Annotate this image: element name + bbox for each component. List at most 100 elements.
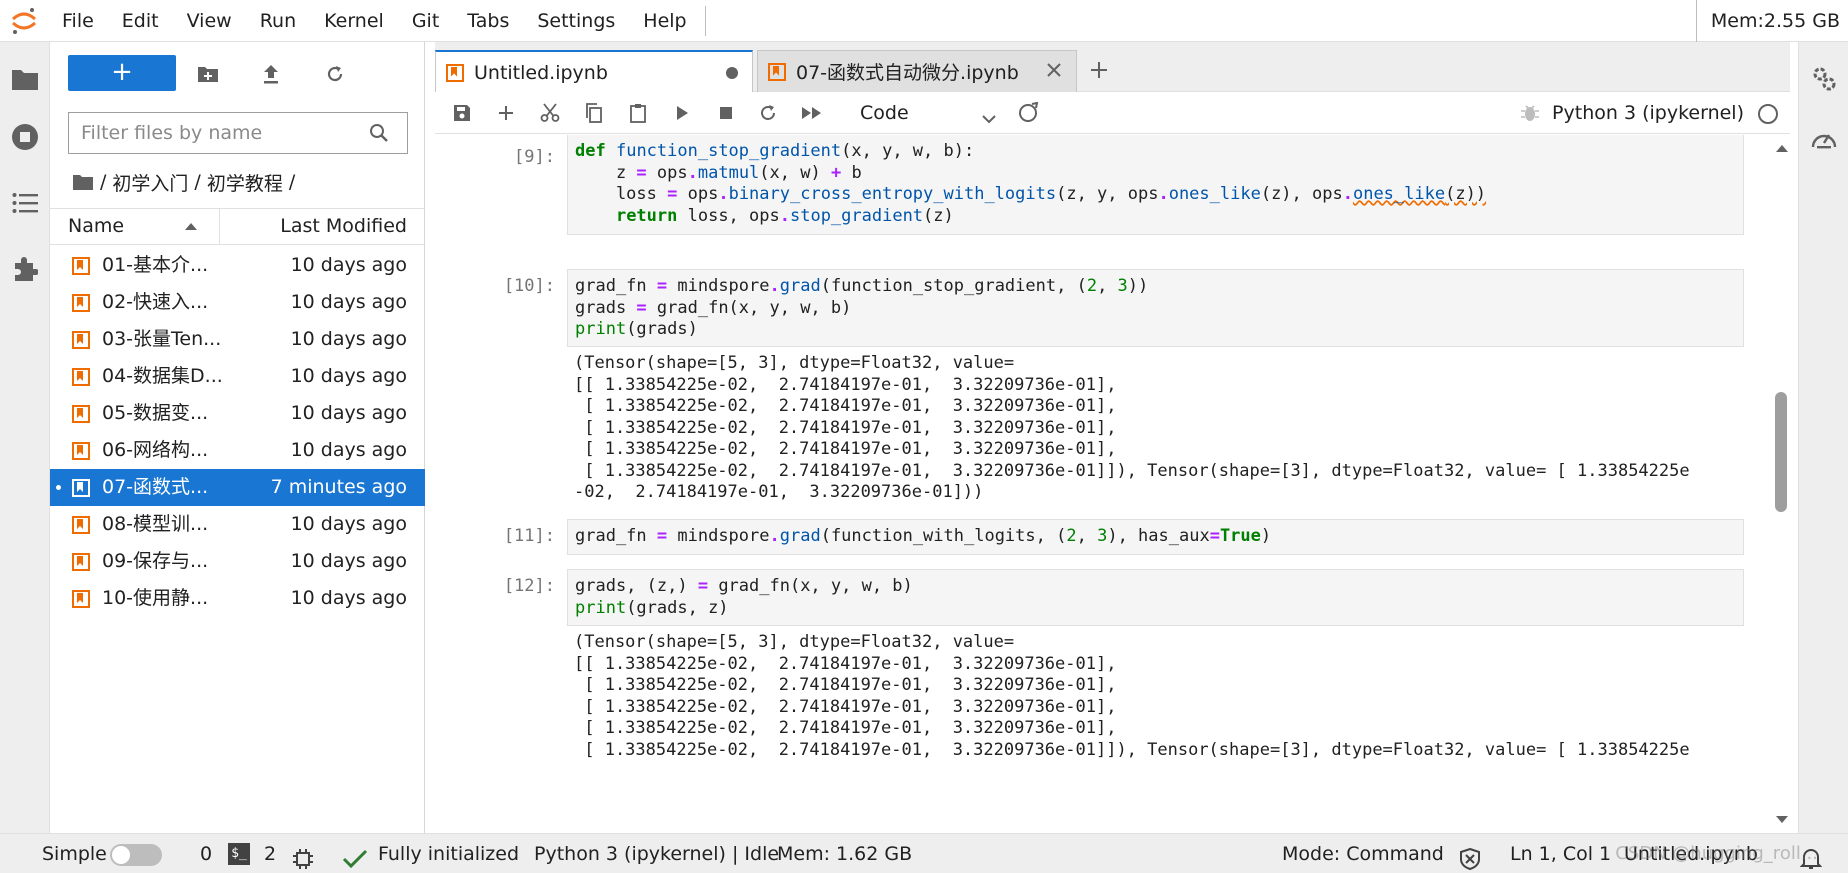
close-icon[interactable] xyxy=(1044,60,1064,80)
cell-type-select[interactable]: Code xyxy=(860,98,1010,128)
paste-icon[interactable] xyxy=(623,98,653,128)
output-line: [ 1.33854225e-02, 2.74184197e-01, 3.3220… xyxy=(574,417,1117,438)
table-of-contents-icon[interactable] xyxy=(0,178,50,228)
insert-cell-icon[interactable] xyxy=(491,98,521,128)
output-line: [ 1.33854225e-02, 2.74184197e-01, 3.3220… xyxy=(574,675,1117,695)
menu-settings[interactable]: Settings xyxy=(523,0,629,42)
home-folder-icon[interactable] xyxy=(72,173,94,191)
tab-untitled[interactable]: Untitled.ipynb xyxy=(435,50,753,93)
list-item[interactable]: 01-基本介... 10 days ago xyxy=(50,247,425,284)
save-icon[interactable] xyxy=(447,98,477,128)
file-modified: 10 days ago xyxy=(290,587,407,609)
kernel-status-text[interactable]: Python 3 (ipykernel) | Idle xyxy=(534,834,779,873)
file-list: 01-基本介... 10 days ago 02-快速入... 10 days ag… xyxy=(50,247,425,617)
file-name: 02-快速入... xyxy=(102,291,209,313)
list-item[interactable]: 06-网络构... 10 days ago xyxy=(50,432,425,469)
menu-file[interactable]: File xyxy=(48,0,108,42)
scroll-up-icon[interactable] xyxy=(1776,145,1788,152)
list-item[interactable]: 09-保存与... 10 days ago xyxy=(50,543,425,580)
list-item[interactable]: 05-数据变... 10 days ago xyxy=(50,395,425,432)
file-modified: 10 days ago xyxy=(290,365,407,387)
file-browser-toolbar: + xyxy=(50,42,425,102)
vertical-scrollbar[interactable] xyxy=(1772,135,1790,833)
menu-edit[interactable]: Edit xyxy=(108,0,173,42)
scroll-down-icon[interactable] xyxy=(1776,816,1788,823)
breadcrumb-item-chuxue-rumen[interactable]: 初学入门 xyxy=(112,169,188,196)
new-launcher-button[interactable]: + xyxy=(68,55,176,91)
cut-icon[interactable] xyxy=(535,98,565,128)
breadcrumb-sep: / xyxy=(194,171,201,193)
unsaved-indicator-icon[interactable] xyxy=(726,67,738,79)
notebook-icon xyxy=(72,479,90,497)
property-inspector-icon[interactable] xyxy=(1799,54,1848,104)
upload-icon[interactable] xyxy=(256,59,286,89)
running-sessions-icon[interactable] xyxy=(0,112,50,162)
kernel-count[interactable]: 2 xyxy=(264,834,276,873)
jupyter-logo-icon xyxy=(0,0,48,42)
output-line: [ 1.33854225e-02, 2.74184197e-01, 3.3220… xyxy=(574,718,1117,738)
menu-run[interactable]: Run xyxy=(246,0,310,42)
output-line: [[ 1.33854225e-02, 2.74184197e-01, 3.322… xyxy=(574,374,1117,395)
code-cell[interactable]: grad_fn = mindspore.grad(function_with_l… xyxy=(567,519,1744,555)
menu-bar: File Edit View Run Kernel Git Tabs Setti… xyxy=(0,0,1848,42)
menu-help[interactable]: Help xyxy=(629,0,700,42)
fast-forward-icon[interactable] xyxy=(797,98,827,128)
file-modified: 10 days ago xyxy=(290,328,407,350)
output-line: (Tensor(shape=[5, 3], dtype=Float32, val… xyxy=(574,353,1015,373)
menu-tabs[interactable]: Tabs xyxy=(453,0,523,42)
git-diff-icon[interactable] xyxy=(1013,98,1043,128)
file-name: 09-保存与... xyxy=(102,550,209,572)
cursor-position[interactable]: Ln 1, Col 1 xyxy=(1510,834,1611,873)
column-name[interactable]: Name xyxy=(50,209,220,244)
extensions-icon[interactable] xyxy=(0,244,50,294)
running-indicator-icon xyxy=(56,485,61,490)
code-cell[interactable]: def function_stop_gradient(x, y, w, b): … xyxy=(567,135,1744,235)
notebook-icon xyxy=(72,442,90,460)
code-cell[interactable]: grad_fn = mindspore.grad(function_stop_g… xyxy=(567,269,1744,347)
output-line: [ 1.33854225e-02, 2.74184197e-01, 3.3220… xyxy=(574,439,1117,459)
stop-icon[interactable] xyxy=(711,98,741,128)
new-folder-icon[interactable] xyxy=(193,59,223,89)
list-item[interactable]: 04-数据集D... 10 days ago xyxy=(50,358,425,395)
debugger-icon[interactable] xyxy=(1520,103,1540,128)
filter-files-input[interactable] xyxy=(69,122,359,144)
output-line: [ 1.33854225e-02, 2.74184197e-01, 3.3220… xyxy=(574,696,1117,717)
menu-kernel[interactable]: Kernel xyxy=(310,0,398,42)
list-item[interactable]: 03-张量Ten... 10 days ago xyxy=(50,321,425,358)
file-name: 05-数据变... xyxy=(102,402,209,424)
refresh-icon[interactable] xyxy=(320,59,350,89)
terminal-icon: $_ xyxy=(228,843,250,865)
tab-autodiff[interactable]: 07-函数式自动微分.ipynb xyxy=(757,50,1077,92)
trusted-shield-icon[interactable] xyxy=(1460,844,1480,873)
notebook-toolbar: Code Python 3 (ipykernel) xyxy=(435,92,1790,134)
scrollbar-thumb[interactable] xyxy=(1775,392,1787,512)
list-item[interactable]: 10-使用静... 10 days ago xyxy=(50,580,425,617)
debugger-gauge-icon[interactable] xyxy=(1799,114,1848,164)
kernel-name[interactable]: Python 3 (ipykernel) xyxy=(1552,92,1744,134)
list-item[interactable]: 02-快速入... 10 days ago xyxy=(50,284,425,321)
code-line: return loss, ops.stop_gradient(z) xyxy=(615,205,954,226)
file-name: 08-模型训... xyxy=(102,513,209,535)
list-item-selected[interactable]: 07-函数式... 7 minutes ago xyxy=(50,469,425,506)
run-icon[interactable] xyxy=(667,98,697,128)
notebook-mode[interactable]: Mode: Command xyxy=(1282,834,1444,873)
code-cell[interactable]: grads, (z,) = grad_fn(x, y, w, b) print(… xyxy=(567,569,1744,626)
menu-view[interactable]: View xyxy=(173,0,246,42)
add-tab-button[interactable] xyxy=(1081,52,1117,88)
menu-git[interactable]: Git xyxy=(398,0,453,42)
notebook-icon xyxy=(768,62,786,81)
copy-icon[interactable] xyxy=(579,98,609,128)
tab-bar: Untitled.ipynb 07-函数式自动微分.ipynb xyxy=(435,42,1790,93)
simple-mode-toggle[interactable] xyxy=(110,844,162,866)
code-line: grads, (z,) = grad_fn(x, y, w, b) xyxy=(575,576,913,596)
folder-icon[interactable] xyxy=(0,54,50,104)
file-modified: 10 days ago xyxy=(290,550,407,572)
list-item[interactable]: 08-模型训... 10 days ago xyxy=(50,506,425,543)
breadcrumb-item-chuxue-jiaocheng[interactable]: 初学教程 xyxy=(207,169,283,196)
filter-files-field[interactable] xyxy=(68,112,408,154)
notebook-content[interactable]: [9]: def function_stop_gradient(x, y, w,… xyxy=(435,135,1790,833)
column-last-modified[interactable]: Last Modified xyxy=(220,209,425,244)
restart-icon[interactable] xyxy=(753,98,783,128)
breadcrumb-sep: / xyxy=(100,171,107,193)
terminal-count[interactable]: 0 xyxy=(200,834,212,873)
